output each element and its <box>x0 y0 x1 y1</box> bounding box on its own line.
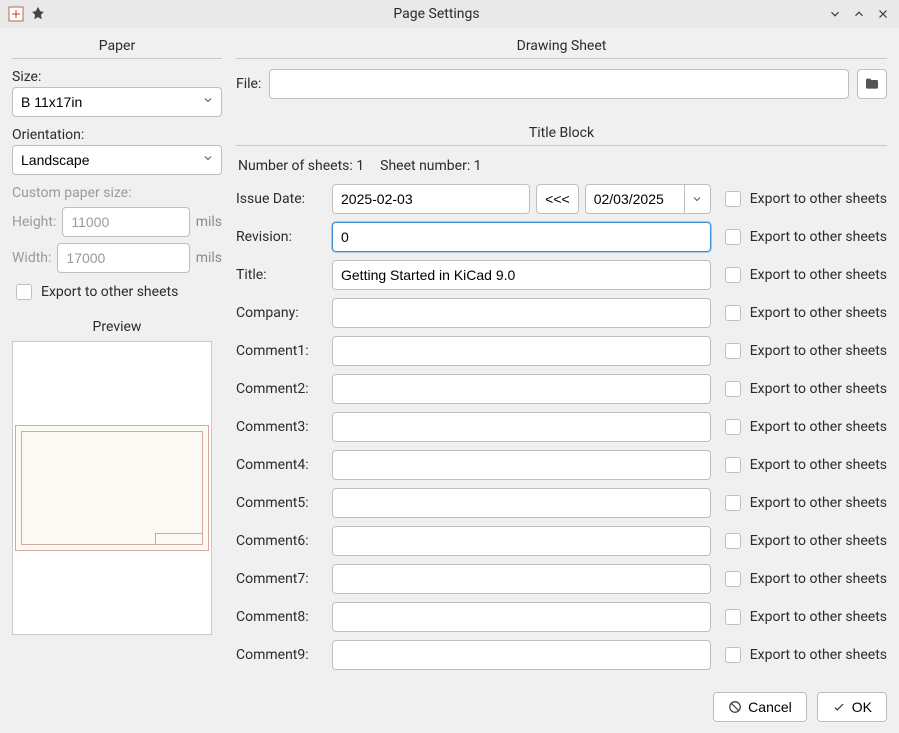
preview-titleblock <box>155 533 203 545</box>
comment2-export-checkbox[interactable] <box>725 381 741 397</box>
paper-export-checkbox[interactable] <box>16 284 32 300</box>
export-label: Export to other sheets <box>750 495 887 511</box>
date-picker-button[interactable] <box>685 184 711 214</box>
titlebar: Page Settings <box>0 0 899 28</box>
orientation-select[interactable]: Landscape <box>12 145 222 175</box>
comment5-label: Comment5: <box>236 495 322 511</box>
comment9-export-checkbox[interactable] <box>725 647 741 663</box>
comment8-input[interactable] <box>332 602 711 632</box>
width-label: Width: <box>12 250 51 266</box>
preview-frame <box>21 431 203 545</box>
comment8-export-checkbox[interactable] <box>725 609 741 625</box>
height-unit: mils <box>196 214 222 230</box>
export-label: Export to other sheets <box>750 191 887 207</box>
size-label: Size: <box>12 69 222 85</box>
ok-button[interactable]: OK <box>817 692 887 722</box>
paper-section-title: Paper <box>12 32 222 59</box>
drawing-section-title: Drawing Sheet <box>236 32 887 59</box>
comment3-export-checkbox[interactable] <box>725 419 741 435</box>
width-input <box>57 243 189 273</box>
revision-label: Revision: <box>236 229 322 245</box>
company-input[interactable] <box>332 298 711 328</box>
size-select[interactable]: B 11x17in <box>12 87 222 117</box>
cancel-button[interactable]: Cancel <box>713 692 807 722</box>
comment2-input[interactable] <box>332 374 711 404</box>
height-label: Height: <box>12 214 56 230</box>
ok-label: OK <box>852 699 872 715</box>
comment7-label: Comment7: <box>236 571 322 587</box>
comment4-label: Comment4: <box>236 457 322 473</box>
export-label: Export to other sheets <box>750 305 887 321</box>
comment4-input[interactable] <box>332 450 711 480</box>
title-input[interactable] <box>332 260 711 290</box>
cancel-label: Cancel <box>748 699 792 715</box>
export-label: Export to other sheets <box>750 647 887 663</box>
comment5-export-checkbox[interactable] <box>725 495 741 511</box>
minimize-icon[interactable] <box>827 6 843 22</box>
comment7-export-checkbox[interactable] <box>725 571 741 587</box>
maximize-icon[interactable] <box>851 6 867 22</box>
comment3-input[interactable] <box>332 412 711 442</box>
title-export-checkbox[interactable] <box>725 267 741 283</box>
cancel-icon <box>728 700 742 714</box>
file-label: File: <box>236 76 261 92</box>
export-label: Export to other sheets <box>750 229 887 245</box>
sheet-number-label: Sheet number: 1 <box>380 158 481 174</box>
comment6-input[interactable] <box>332 526 711 556</box>
company-label: Company: <box>236 305 322 321</box>
date-copy-button[interactable]: <<< <box>536 184 579 214</box>
issue-date-export-checkbox[interactable] <box>725 191 741 207</box>
comment6-label: Comment6: <box>236 533 322 549</box>
custom-size-label: Custom paper size: <box>12 185 222 201</box>
comment2-label: Comment2: <box>236 381 322 397</box>
revision-input[interactable] <box>332 222 711 252</box>
title-label: Title: <box>236 267 322 283</box>
file-input[interactable] <box>269 69 849 99</box>
titleblock-section-title: Title Block <box>236 119 887 146</box>
comment9-input[interactable] <box>332 640 711 670</box>
comment1-export-checkbox[interactable] <box>725 343 741 359</box>
issue-date-label: Issue Date: <box>236 191 322 207</box>
comment3-label: Comment3: <box>236 419 322 435</box>
comment6-export-checkbox[interactable] <box>725 533 741 549</box>
comment1-label: Comment1: <box>236 343 322 359</box>
comment9-label: Comment9: <box>236 647 322 663</box>
company-export-checkbox[interactable] <box>725 305 741 321</box>
width-unit: mils <box>196 250 222 266</box>
file-browse-button[interactable] <box>857 69 887 99</box>
preview-box <box>12 341 212 635</box>
comment8-label: Comment8: <box>236 609 322 625</box>
export-label: Export to other sheets <box>750 381 887 397</box>
preview-sheet <box>15 425 209 551</box>
app-icon <box>8 6 24 22</box>
comment5-input[interactable] <box>332 488 711 518</box>
date-picker-input[interactable] <box>585 184 685 214</box>
paper-export-label: Export to other sheets <box>41 284 178 300</box>
preview-label: Preview <box>12 319 222 335</box>
check-icon <box>832 700 846 714</box>
export-label: Export to other sheets <box>750 419 887 435</box>
height-input <box>62 207 189 237</box>
export-label: Export to other sheets <box>750 267 887 283</box>
comment4-export-checkbox[interactable] <box>725 457 741 473</box>
comment7-input[interactable] <box>332 564 711 594</box>
comment1-input[interactable] <box>332 336 711 366</box>
export-label: Export to other sheets <box>750 533 887 549</box>
export-label: Export to other sheets <box>750 343 887 359</box>
export-label: Export to other sheets <box>750 571 887 587</box>
export-label: Export to other sheets <box>750 609 887 625</box>
window-title: Page Settings <box>46 6 827 22</box>
issue-date-input[interactable] <box>332 184 530 214</box>
orientation-label: Orientation: <box>12 127 222 143</box>
num-sheets-label: Number of sheets: 1 <box>238 158 364 174</box>
revision-export-checkbox[interactable] <box>725 229 741 245</box>
pin-icon[interactable] <box>30 6 46 22</box>
close-icon[interactable] <box>875 6 891 22</box>
export-label: Export to other sheets <box>750 457 887 473</box>
